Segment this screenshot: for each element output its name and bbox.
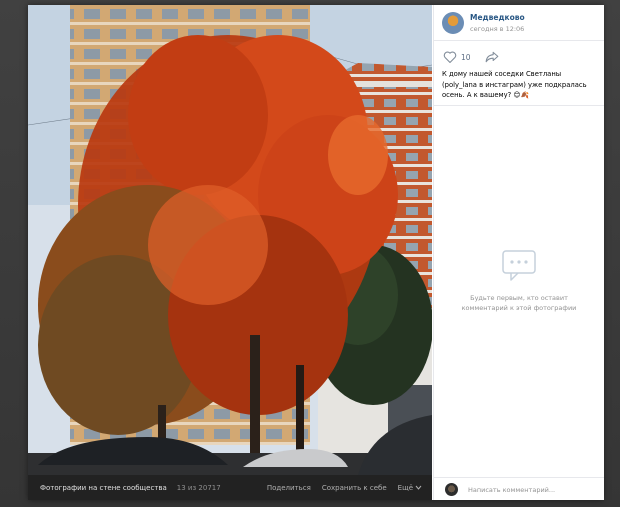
author-name[interactable]: Медведково [470,13,525,22]
post-caption: К дому нашей соседки Светланы (poly_lana… [442,70,587,99]
info-panel: Медведково сегодня в 12:06 10 К дому наш… [433,5,604,500]
photo-viewer: Фотографии на стене сообщества 13 из 207… [28,5,604,500]
like-count: 10 [461,52,471,62]
photo-counter: 13 из 20717 [176,483,221,492]
divider [434,105,604,106]
comments-empty-icon [502,250,536,281]
comment-composer [434,477,604,501]
divider [434,40,604,41]
photo-image [28,5,432,475]
more-button[interactable]: Ещё [398,484,422,492]
like-button[interactable]: 10 [443,51,471,63]
photo[interactable] [28,5,432,475]
post-time[interactable]: сегодня в 12:06 [470,25,525,33]
reactions-bar: 10 [443,51,499,63]
chevron-down-icon [415,485,422,490]
author-avatar[interactable] [442,12,464,34]
user-avatar [445,483,458,496]
comment-input[interactable] [466,484,600,495]
comments-empty-text: Будьте первым, кто оставит комментарий к… [461,294,577,312]
album-link[interactable]: Фотографии на стене сообщества [40,484,167,492]
heart-icon [443,51,457,63]
post-author: Медведково сегодня в 12:06 [442,12,525,34]
more-label: Ещё [397,483,413,492]
share-arrow-icon[interactable] [485,51,499,63]
save-button[interactable]: Сохранить к себе [322,484,387,492]
photo-toolbar: Фотографии на стене сообщества 13 из 207… [28,475,432,500]
share-button[interactable]: Поделиться [267,484,311,492]
